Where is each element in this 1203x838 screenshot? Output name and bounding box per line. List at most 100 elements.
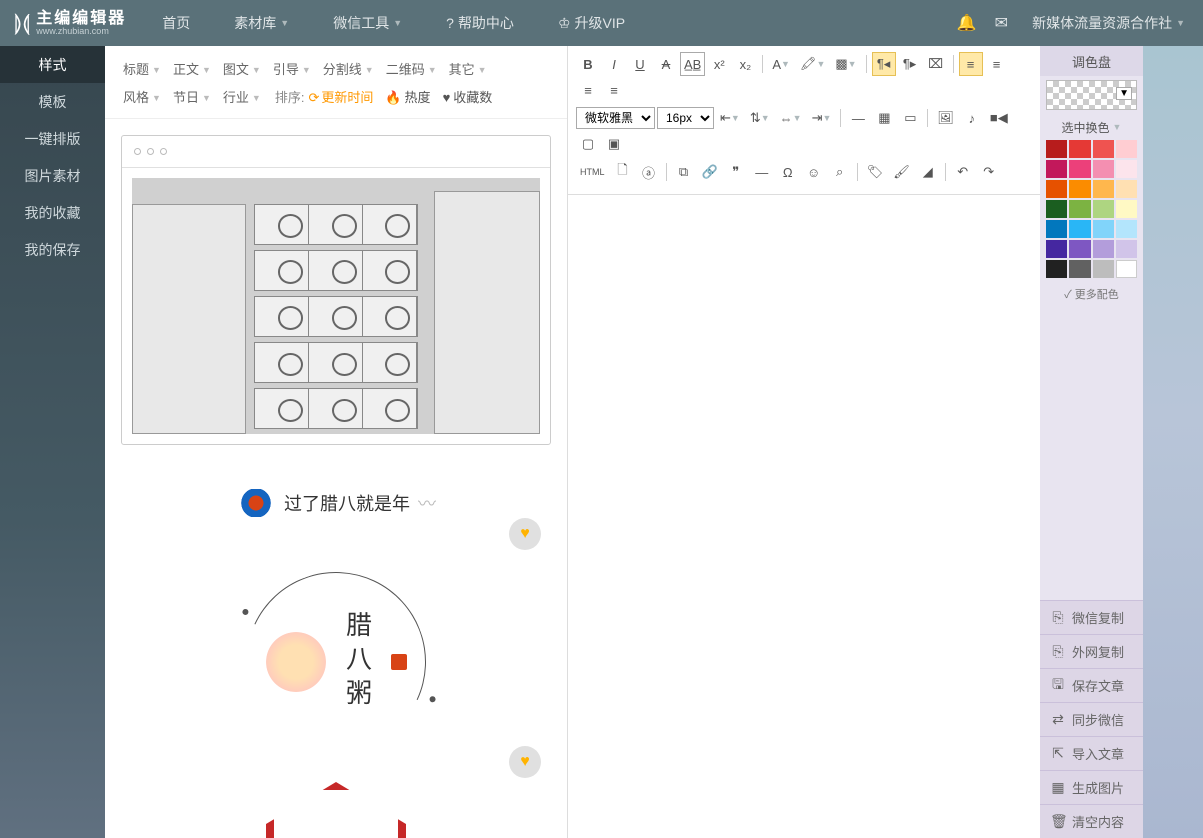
music-button[interactable]: ♪ (960, 106, 984, 130)
undo-button[interactable]: ↶ (951, 160, 975, 184)
color-swatch[interactable] (1116, 220, 1137, 238)
action-同步微信[interactable]: ⇄同步微信 (1040, 702, 1143, 736)
color-swatch[interactable] (1046, 180, 1067, 198)
action-清空内容[interactable]: 🗑清空内容 (1040, 804, 1143, 838)
bold-button[interactable]: B (576, 52, 600, 76)
link-button[interactable]: 🔗 (698, 160, 722, 184)
sidebar-item-图片素材[interactable]: 图片素材 (0, 157, 105, 194)
category-分割线[interactable]: 分割线 ▼ (319, 56, 378, 84)
color-swatch[interactable] (1069, 140, 1090, 158)
color-swatch[interactable] (1046, 140, 1067, 158)
category-节日[interactable]: 节日 ▼ (169, 84, 215, 112)
color-swatch[interactable] (1116, 160, 1137, 178)
emoji-button[interactable]: ☺ (802, 160, 826, 184)
nav-首页[interactable]: 首页 (140, 0, 212, 46)
eraser-button[interactable]: ◢ (916, 160, 940, 184)
action-保存文章[interactable]: 🖫保存文章 (1040, 668, 1143, 702)
search-button[interactable]: ⌕ (828, 160, 852, 184)
ltr-button[interactable]: ¶◂ (872, 52, 896, 76)
sidebar-item-我的收藏[interactable]: 我的收藏 (0, 194, 105, 231)
category-其它[interactable]: 其它 ▼ (445, 56, 491, 84)
bg-color-button[interactable]: 🖍▼ (796, 52, 829, 76)
color-swatch[interactable] (1093, 180, 1114, 198)
category-行业[interactable]: 行业 ▼ (219, 84, 265, 112)
color-swatch[interactable] (1069, 180, 1090, 198)
sidebar-item-样式[interactable]: 样式 (0, 46, 105, 83)
color-swatch[interactable] (1116, 260, 1137, 278)
template-card[interactable]: 过了腊八就是年 〰 ♥ (121, 469, 551, 542)
nav-素材库[interactable]: 素材库 ▼ (212, 0, 311, 46)
letter-spacing-button[interactable]: ⇔▼ (776, 106, 806, 130)
action-生成图片[interactable]: ▦生成图片 (1040, 770, 1143, 804)
font-size-select[interactable]: 16px (657, 107, 714, 129)
new-doc-button[interactable]: 🗋 (611, 160, 635, 184)
rtl-button[interactable]: ¶▸ (898, 52, 922, 76)
align-justify-button[interactable]: ≡ (602, 78, 626, 102)
date-button[interactable]: ▭ (898, 106, 922, 130)
nav-帮助中心[interactable]: ? 帮助中心 (424, 0, 536, 46)
nav-升级VIP[interactable]: ♔ 升级VIP (536, 0, 647, 46)
template-list[interactable]: 过了腊八就是年 〰 ♥ 腊八粥 ♥ (105, 119, 567, 838)
color-swatch[interactable] (1069, 260, 1090, 278)
dash-button[interactable]: — (750, 160, 774, 184)
copy-button[interactable]: ⧉ (672, 160, 696, 184)
at-button[interactable]: ⓐ (637, 160, 661, 184)
html-button[interactable]: HTML (576, 160, 609, 184)
color-swatch[interactable] (1069, 240, 1090, 258)
border-button[interactable]: A̲B̲ (680, 52, 705, 76)
color-swatch[interactable] (1069, 220, 1090, 238)
color-swatch[interactable] (1046, 160, 1067, 178)
align-center-button[interactable]: ≡ (985, 52, 1009, 76)
category-二维码[interactable]: 二维码 ▼ (382, 56, 441, 84)
sidebar-item-一键排版[interactable]: 一键排版 (0, 120, 105, 157)
video-button[interactable]: ■◀ (986, 106, 1012, 130)
color-swatch[interactable] (1093, 240, 1114, 258)
subscript-button[interactable]: x₂ (733, 52, 757, 76)
mail-icon[interactable]: ✉ (995, 13, 1008, 33)
brush-button[interactable]: 🖌 (889, 160, 914, 184)
color-swatch[interactable] (1069, 160, 1090, 178)
align-right-button[interactable]: ≡ (576, 78, 600, 102)
nav-微信工具[interactable]: 微信工具 ▼ (311, 0, 424, 46)
bell-icon[interactable]: 🔔 (957, 13, 977, 33)
color-swatch[interactable] (1046, 260, 1067, 278)
redo-button[interactable]: ↷ (977, 160, 1001, 184)
color-swatch[interactable] (1093, 140, 1114, 158)
color-swatch[interactable] (1046, 220, 1067, 238)
tag-button[interactable]: 🏷 (863, 160, 888, 184)
color-swatch[interactable] (1116, 140, 1137, 158)
template-card[interactable] (121, 135, 551, 445)
color-swatch[interactable] (1046, 200, 1067, 218)
category-图文[interactable]: 图文 ▼ (219, 56, 265, 84)
card-button[interactable]: ▢ (576, 132, 600, 156)
table-button[interactable]: ▦ (872, 106, 896, 130)
color-swatch[interactable] (1093, 220, 1114, 238)
align-left-button[interactable]: ≡ (959, 52, 983, 76)
font-color-button[interactable]: A▼ (768, 52, 794, 76)
color-swatch[interactable] (1093, 260, 1114, 278)
color-swatch[interactable] (1093, 200, 1114, 218)
omega-button[interactable]: Ω (776, 160, 800, 184)
quote-button[interactable]: ❞ (724, 160, 748, 184)
font-family-select[interactable]: 微软雅黑 (576, 107, 655, 129)
action-微信复制[interactable]: ⎘微信复制 (1040, 600, 1143, 634)
sort-热度[interactable]: 🔥热度 (385, 84, 430, 112)
image-button[interactable]: 🖼 (933, 106, 958, 130)
sidebar-item-模板[interactable]: 模板 (0, 83, 105, 120)
superscript-button[interactable]: x² (707, 52, 731, 76)
hr-button[interactable]: — (846, 106, 870, 130)
color-swatch[interactable] (1116, 180, 1137, 198)
strike-button[interactable]: A (654, 52, 678, 76)
color-swatch[interactable] (1116, 240, 1137, 258)
gallery-button[interactable]: ▣ (602, 132, 626, 156)
favorite-button[interactable]: ♥ (509, 746, 541, 778)
editor-content[interactable] (568, 195, 1040, 838)
clear-format-button[interactable]: ⌧ (924, 52, 948, 76)
color-swatch[interactable] (1046, 240, 1067, 258)
indent-button[interactable]: ⇥▼ (808, 106, 836, 130)
sidebar-item-我的保存[interactable]: 我的保存 (0, 231, 105, 268)
category-标题[interactable]: 标题 ▼ (119, 56, 165, 84)
color-swatch[interactable] (1116, 200, 1137, 218)
template-card[interactable] (121, 782, 551, 838)
color-picker[interactable] (1046, 80, 1137, 110)
